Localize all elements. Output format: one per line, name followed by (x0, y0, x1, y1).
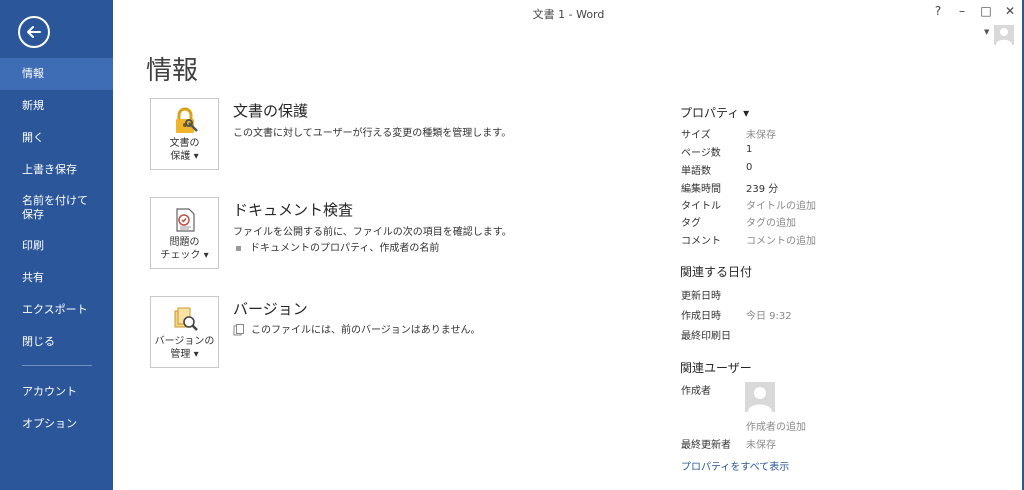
date-value-created: 今日 9:32 (746, 311, 792, 322)
user-avatar[interactable] (994, 25, 1014, 45)
prop-value-size: 未保存 (746, 130, 776, 141)
protect-title: 文書の保護 (233, 102, 309, 120)
versions-description: このファイルには、前のバージョンはありません。 (233, 321, 481, 336)
date-label-last-printed: 最終印刷日 (681, 331, 731, 342)
add-author-field[interactable]: 作成者の追加 (746, 418, 806, 433)
bullet-icon (236, 245, 241, 251)
last-modified-by-label: 最終更新者 (681, 440, 731, 451)
account-caret-icon[interactable]: ▼ (984, 28, 989, 36)
title-field[interactable]: タイトルの追加 (746, 197, 816, 212)
nav-share[interactable]: 共有 (0, 262, 113, 294)
tags-field[interactable]: タグの追加 (746, 214, 796, 229)
inspect-bullet: ドキュメントのプロパティ、作成者の名前 (236, 239, 439, 254)
related-dates-heading: 関連する日付 (680, 265, 753, 279)
close-button[interactable]: ✕ (1002, 4, 1018, 18)
nav-export[interactable]: エクスポート (0, 294, 113, 326)
inspect-description: ファイルを公開する前に、ファイルの次の項目を確認します。 (233, 227, 512, 238)
prop-label-tags: タグ (681, 218, 701, 229)
last-modified-by-value: 未保存 (746, 440, 776, 451)
nav-save[interactable]: 上書き保存 (0, 154, 113, 186)
properties-dropdown[interactable]: プロパティ ▾ (680, 104, 749, 121)
back-button[interactable] (18, 16, 50, 48)
person-icon (748, 387, 772, 412)
prop-label-title: タイトル (681, 201, 721, 212)
prop-label-pages: ページ数 (681, 148, 721, 159)
help-button[interactable]: ? (930, 4, 946, 18)
nav-open[interactable]: 開く (0, 122, 113, 154)
maximize-button[interactable]: □ (978, 4, 994, 18)
date-label-modified: 更新日時 (681, 291, 721, 302)
page-title: 情報 (146, 56, 199, 86)
show-all-properties-link[interactable]: プロパティをすべて表示 (681, 458, 789, 473)
versions-title: バージョン (233, 300, 308, 318)
protect-document-button[interactable]: 文書の 保護 ▾ (150, 98, 219, 170)
prop-label-size: サイズ (681, 130, 711, 141)
versions-doc-icon (233, 324, 244, 336)
prop-value-words: 0 (746, 162, 753, 173)
protect-description: この文書に対してユーザーが行える変更の種類を管理します。 (233, 128, 512, 139)
lock-key-icon (176, 107, 198, 133)
window-title: 文書 1 - Word (532, 8, 605, 21)
prop-value-edit-time: 239 分 (746, 184, 779, 195)
nav-info[interactable]: 情報 (0, 58, 113, 90)
prop-label-edit-time: 編集時間 (681, 184, 721, 195)
prop-label-comments: コメント (681, 236, 721, 247)
prop-label-words: 単語数 (681, 166, 711, 177)
nav-account[interactable]: アカウント (0, 376, 113, 408)
author-avatar (745, 382, 775, 412)
date-label-created: 作成日時 (681, 311, 721, 322)
person-icon (996, 28, 1012, 45)
nav-print[interactable]: 印刷 (0, 230, 113, 262)
backstage-sidebar: 情報 新規 開く 上書き保存 名前を付けて 保存 印刷 共有 エクスポート 閉じ… (0, 0, 113, 490)
nav-options[interactable]: オプション (0, 408, 113, 440)
manage-versions-button[interactable]: バージョンの 管理 ▾ (150, 296, 219, 368)
nav-divider (22, 365, 92, 366)
check-for-issues-button[interactable]: 問題の チェック ▾ (150, 197, 219, 269)
nav-save-as[interactable]: 名前を付けて 保存 (0, 190, 113, 226)
comments-field[interactable]: コメントの追加 (746, 232, 816, 247)
back-arrow-icon (27, 26, 41, 38)
inspect-document-icon (176, 208, 195, 232)
related-people-heading: 関連ユーザー (680, 361, 752, 375)
nav-new[interactable]: 新規 (0, 90, 113, 122)
prop-value-pages: 1 (746, 144, 753, 155)
inspect-title: ドキュメント検査 (233, 201, 354, 219)
author-label: 作成者 (681, 386, 711, 397)
nav-close[interactable]: 閉じる (0, 326, 113, 358)
manage-versions-icon (174, 307, 198, 331)
minimize-button[interactable]: – (954, 4, 970, 18)
